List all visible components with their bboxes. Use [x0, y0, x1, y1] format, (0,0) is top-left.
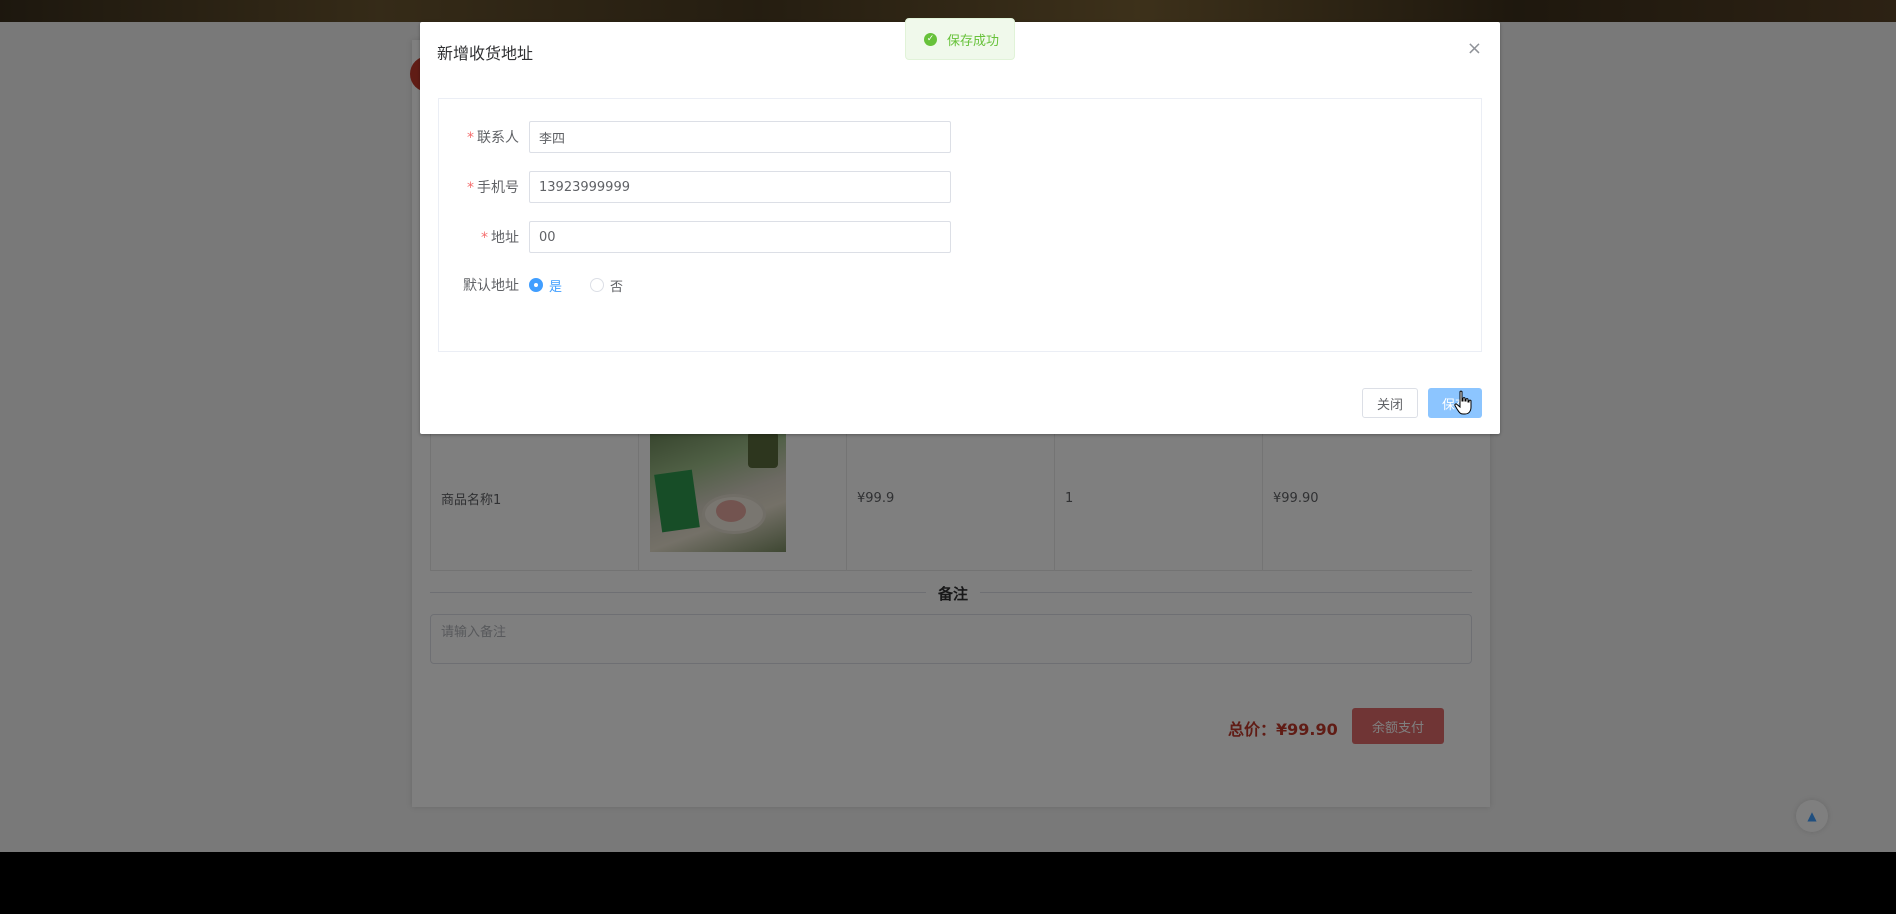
success-toast: ✓ 保存成功	[905, 18, 1015, 60]
required-mark: *	[481, 230, 488, 246]
close-button[interactable]: 关闭	[1362, 388, 1418, 418]
contact-row: * 联系人 李四	[439, 121, 951, 153]
default-address-row: 默认地址 是 否	[439, 269, 651, 301]
radio-checked-icon	[529, 278, 543, 292]
phone-label: * 手机号	[467, 180, 519, 196]
contact-input[interactable]: 李四	[529, 121, 951, 153]
close-icon[interactable]: ×	[1467, 38, 1482, 59]
default-address-label: 默认地址	[463, 278, 519, 294]
default-yes-radio[interactable]: 是	[529, 276, 562, 295]
address-label: * 地址	[481, 230, 519, 246]
bottom-black-bar	[0, 852, 1896, 914]
contact-label: * 联系人	[467, 130, 519, 146]
address-form: * 联系人 李四 * 手机号 13923999999 * 地址 00 默认地址 是 否	[438, 98, 1482, 352]
radio-unchecked-icon	[590, 278, 605, 292]
check-circle-icon: ✓	[924, 32, 937, 46]
required-mark: *	[467, 180, 474, 196]
hand-pointer-icon	[1454, 390, 1472, 415]
address-input[interactable]: 00	[529, 221, 951, 253]
dialog-title: 新增收货地址	[437, 44, 534, 63]
add-address-dialog: 新增收货地址 × * 联系人 李四 * 手机号 13923999999 * 地址 00…	[420, 22, 1500, 434]
phone-row: * 手机号 13923999999	[439, 171, 951, 203]
default-no-radio[interactable]: 否	[590, 276, 623, 295]
toast-message: 保存成功	[947, 33, 1000, 49]
phone-input[interactable]: 13923999999	[529, 171, 951, 203]
required-mark: *	[467, 130, 474, 146]
address-row: * 地址 00	[439, 221, 951, 253]
